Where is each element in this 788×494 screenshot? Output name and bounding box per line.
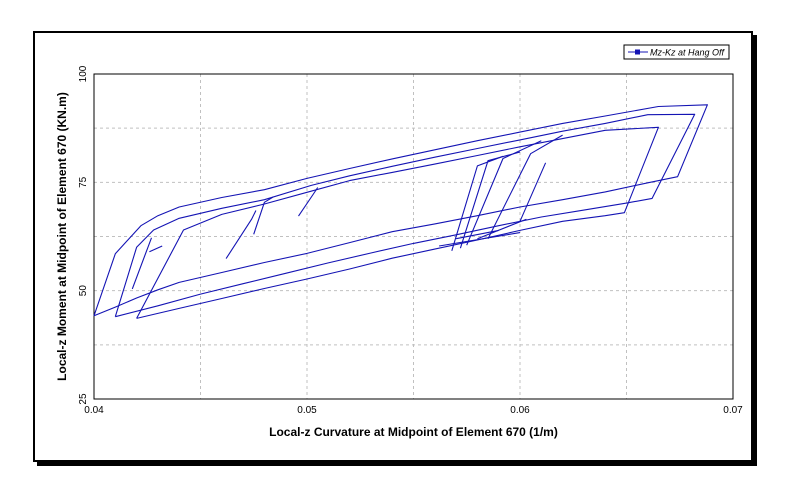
series-line-segment — [519, 162, 547, 222]
series-mz-kz — [93, 104, 708, 319]
series-line-segment — [149, 245, 163, 253]
y-tick-label: 75 — [78, 176, 89, 188]
y-axis-title: Local-z Moment at Midpoint of Element 67… — [55, 92, 69, 381]
series-line-segment — [136, 126, 659, 319]
x-tick-label: 0.04 — [84, 405, 104, 416]
x-axis-title: Local-z Curvature at Midpoint of Element… — [269, 425, 558, 439]
y-tick-label: 100 — [78, 65, 89, 82]
x-tick-label: 0.06 — [510, 405, 530, 416]
series-line-segment — [131, 237, 153, 290]
x-tick-label: 0.07 — [723, 405, 743, 416]
series-line-segment — [93, 104, 708, 317]
legend-marker — [635, 49, 640, 55]
grid — [94, 74, 733, 399]
chart-svg: 0.04 0.05 0.06 0.07 25 50 75 100 Local-z Curvat… — [55, 44, 743, 439]
y-tick-label: 50 — [78, 285, 89, 297]
legend: Mz-Kz at Hang Off — [623, 44, 730, 60]
legend-label: Mz-Kz at Hang Off — [650, 48, 726, 58]
y-tick-label: 25 — [78, 393, 89, 405]
series-line-segment — [225, 210, 257, 259]
x-tick-label: 0.05 — [297, 405, 317, 416]
